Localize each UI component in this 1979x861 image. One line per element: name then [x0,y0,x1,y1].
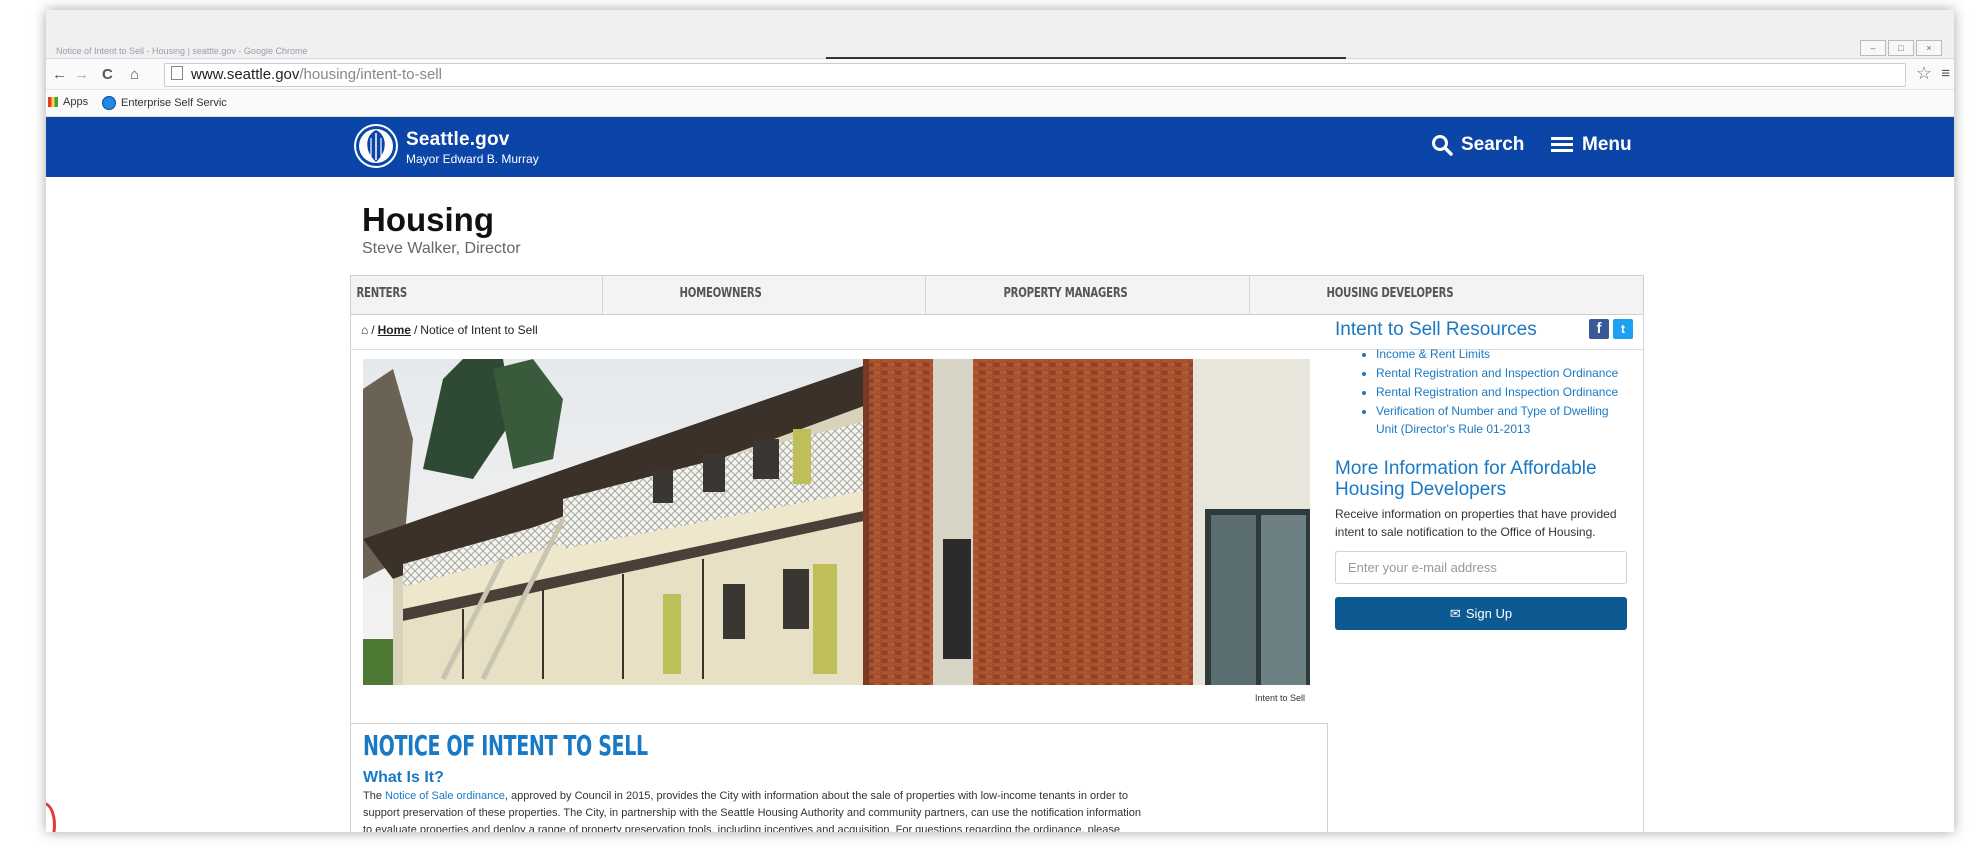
reload-icon[interactable]: C [102,66,113,83]
resources-list: Income & Rent Limits Rental Registration… [1335,345,1630,438]
url-field[interactable]: www.seattle.gov/housing/intent-to-sell [164,63,1906,87]
breadcrumb-home-link[interactable]: Home [378,323,411,337]
department-title: Housing [362,201,494,238]
department-header: Housing Steve Walker, Director [362,202,521,258]
department-director: Steve Walker, Director [362,240,521,257]
resource-link[interactable]: Verification of Number and Type of Dwell… [1376,402,1630,438]
brand[interactable]: Seattle.gov Mayor Edward B. Murray [406,129,539,166]
nav-item-property-managers[interactable]: PROPERTY MANAGERS [998,276,1250,314]
brand-name: Seattle.gov [406,129,510,150]
window-title: Notice of Intent to Sell - Housing | sea… [56,46,308,56]
search-label: Search [1461,134,1525,155]
email-input[interactable] [1335,551,1627,584]
breadcrumb: ⌂ / Home / Notice of Intent to Sell [361,323,538,337]
browser-window: Notice of Intent to Sell - Housing | sea… [46,10,1954,832]
bookmarks-bar: Apps Enterprise Self Servic [46,90,1954,117]
close-button[interactable]: × [1916,40,1942,56]
nav-item-homeowners[interactable]: HOMEOWNERS [674,276,927,314]
bookmark-enterprise-self-service[interactable]: Enterprise Self Servic [102,96,227,110]
nav-item-renters[interactable]: RENTERS [351,276,604,314]
mayor-name: Mayor Edward B. Murray [406,152,539,166]
sidebar: Intent to Sell Resources Income & Rent L… [1335,319,1630,630]
browser-menu-icon[interactable]: ≡ [1941,65,1950,82]
bookmark-star-icon[interactable]: ☆ [1916,63,1932,84]
article: NOTICE OF INTENT TO SELL What Is It? The… [351,723,1328,832]
maximize-button[interactable]: □ [1888,40,1914,56]
address-bar: ← → C ⌂ www.seattle.gov/housing/intent-t… [46,59,1954,90]
hero-caption: Intent to Sell [1255,693,1306,703]
breadcrumb-current: Notice of Intent to Sell [420,323,538,337]
notice-of-sale-ordinance-link[interactable]: Notice of Sale ordinance [385,790,505,802]
minimize-button[interactable]: – [1860,40,1886,56]
hero-image [363,359,1310,685]
envelope-icon: ✉ [1449,605,1461,621]
resource-link[interactable]: Rental Registration and Inspection Ordin… [1376,383,1630,401]
resource-link[interactable]: Income & Rent Limits [1376,345,1630,363]
article-title: NOTICE OF INTENT TO SELL [363,729,648,762]
back-arrow-icon[interactable]: ← [52,66,67,83]
search-button[interactable]: Search [1431,134,1524,156]
hamburger-icon [1551,137,1573,153]
page-content: ⌂ / Home / Notice of Intent to Sell f t [350,313,1644,832]
sign-up-button[interactable]: ✉ Sign Up [1335,597,1627,630]
site-header: Seattle.gov Mayor Edward B. Murray Searc… [46,117,1954,177]
main-navigation: RENTERS HOMEOWNERS PROPERTY MANAGERS HOU… [350,275,1644,315]
more-info-text: Receive information on properties that h… [1335,507,1617,539]
window-controls: – □ × [1860,40,1942,56]
page-document-icon [171,66,183,80]
article-subtitle: What Is It? [363,769,444,786]
apps-grid-icon [48,97,58,107]
article-body: The Notice of Sale ordinance, approved b… [363,790,1141,832]
annotation-marker [46,802,56,832]
menu-label: Menu [1582,134,1632,155]
title-bar: Notice of Intent to Sell - Housing | sea… [46,10,1954,59]
forward-arrow-icon[interactable]: → [74,66,89,83]
nav-item-housing-developers[interactable]: HOUSING DEVELOPERS [1321,276,1572,314]
home-house-icon[interactable]: ⌂ [361,323,368,337]
home-icon[interactable]: ⌂ [130,66,139,83]
resource-link[interactable]: Rental Registration and Inspection Ordin… [1376,364,1630,382]
globe-icon [102,96,116,110]
seattle-logo-icon[interactable] [354,124,398,168]
resources-heading: Intent to Sell Resources [1335,319,1537,340]
sign-up-label: Sign Up [1465,606,1513,621]
url-path: /housing/intent-to-sell [299,66,442,83]
menu-button[interactable]: Menu [1551,134,1632,156]
search-icon [1432,135,1453,156]
more-info-heading: More Information for Affordable Housing … [1335,458,1597,500]
bookmark-apps[interactable]: Apps [48,96,88,108]
url-host: www.seattle.gov [191,66,300,83]
